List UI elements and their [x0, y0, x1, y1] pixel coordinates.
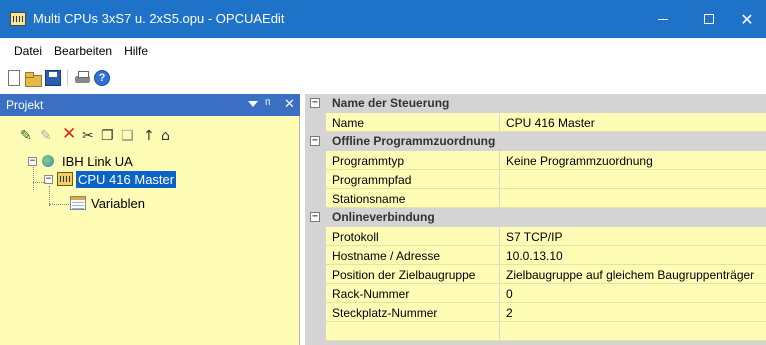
- menu-datei[interactable]: Datei: [8, 44, 48, 58]
- collapse-toggle[interactable]: −: [310, 98, 320, 108]
- home-icon[interactable]: ⌂: [161, 128, 170, 144]
- help-icon[interactable]: ?: [94, 70, 110, 86]
- close-button[interactable]: ✕: [724, 0, 766, 38]
- new-node-icon[interactable]: ✎: [20, 128, 32, 144]
- property-name: Stationsname: [326, 189, 500, 208]
- row-gutter: [305, 322, 326, 341]
- move-up-icon[interactable]: ↑: [143, 128, 155, 144]
- paste-icon[interactable]: ❏: [121, 128, 134, 144]
- collapse-toggle[interactable]: −: [44, 174, 53, 184]
- property-row-protokoll[interactable]: Protokoll S7 TCP/IP: [305, 227, 766, 246]
- tree-item-label: IBH Link UA: [62, 153, 133, 169]
- row-gutter: [305, 265, 326, 284]
- property-name: Hostname / Adresse: [326, 246, 500, 265]
- property-row-steckplatz-nummer[interactable]: Steckplatz-Nummer 2: [305, 303, 766, 322]
- property-name: Programmtyp: [326, 151, 500, 170]
- main-toolbar: ?: [0, 64, 766, 92]
- property-value[interactable]: 2: [500, 303, 766, 322]
- app-icon: [10, 12, 26, 26]
- property-row-hostname[interactable]: Hostname / Adresse 10.0.13.10: [305, 246, 766, 265]
- row-gutter: [305, 170, 326, 189]
- collapse-toggle[interactable]: −: [28, 156, 37, 166]
- new-file-icon[interactable]: [8, 70, 20, 86]
- category-label: Offline Programmzuordnung: [332, 134, 496, 148]
- window-title: Multi CPUs 3xS7 u. 2xS5.opu - OPCUAEdit: [33, 11, 285, 26]
- property-value[interactable]: S7 TCP/IP: [500, 227, 766, 246]
- property-grid: − Name der Steuerung Name CPU 416 Master…: [305, 94, 766, 345]
- tree-connector: [33, 182, 44, 183]
- row-gutter: [305, 189, 326, 208]
- pin-icon[interactable]: ᴨ: [265, 97, 270, 108]
- menu-hilfe[interactable]: Hilfe: [118, 44, 154, 58]
- tree-item-variablen[interactable]: Variablen: [66, 194, 147, 212]
- grid-bottom-border: [305, 341, 766, 345]
- property-name: Name: [326, 113, 500, 132]
- tree-item-label: CPU 416 Master: [76, 170, 177, 188]
- project-panel-header: Projekt ᴨ ✕: [0, 94, 300, 116]
- toolbar-separator: [67, 70, 68, 86]
- minimize-icon: [658, 18, 668, 20]
- title-bar[interactable]: Multi CPUs 3xS7 u. 2xS5.opu - OPCUAEdit …: [0, 0, 766, 38]
- row-gutter: [305, 113, 326, 132]
- tree-connector: [49, 186, 50, 206]
- tree-item-cpu-416-master[interactable]: − CPU 416 Master: [44, 170, 177, 188]
- table-icon: [70, 196, 86, 210]
- menu-bar: Datei Bearbeiten Hilfe: [0, 38, 766, 64]
- cpu-icon: [57, 172, 73, 186]
- menu-bearbeiten[interactable]: Bearbeiten: [48, 44, 118, 58]
- cut-icon[interactable]: ✂: [82, 128, 94, 144]
- category-offline-programmzuordnung[interactable]: − Offline Programmzuordnung: [305, 132, 766, 151]
- property-value[interactable]: Keine Programmzuordnung: [500, 151, 766, 170]
- property-value[interactable]: [500, 189, 766, 208]
- project-toolbar: ✎ ✎ ✕ ✂ ❐ ❏ ↑ ⌂: [0, 116, 300, 150]
- property-value[interactable]: CPU 416 Master: [500, 113, 766, 132]
- collapse-toggle[interactable]: −: [310, 212, 320, 222]
- open-folder-icon[interactable]: [25, 70, 42, 87]
- property-row-position-zielbaugruppe[interactable]: Position der Zielbaugruppe Zielbaugruppe…: [305, 265, 766, 284]
- property-value[interactable]: Zielbaugruppe auf gleichem Baugruppenträ…: [500, 265, 766, 284]
- panel-dropdown-icon[interactable]: [248, 101, 258, 107]
- delete-icon[interactable]: ✕: [62, 126, 76, 143]
- property-name: Programmpfad: [326, 170, 500, 189]
- row-gutter: [305, 227, 326, 246]
- row-gutter: [305, 303, 326, 322]
- close-icon: ✕: [740, 9, 754, 29]
- category-label: Onlineverbindung: [332, 210, 435, 224]
- property-name: Protokoll: [326, 227, 500, 246]
- project-panel-title: Projekt: [6, 98, 44, 112]
- minimize-button[interactable]: [640, 0, 686, 38]
- property-row-name[interactable]: Name CPU 416 Master: [305, 113, 766, 132]
- category-name-der-steuerung[interactable]: − Name der Steuerung: [305, 94, 766, 113]
- property-value-empty: [500, 322, 766, 341]
- tree-item-label: Variablen: [91, 195, 145, 211]
- network-globe-icon: [41, 154, 57, 168]
- property-row-stationsname[interactable]: Stationsname: [305, 189, 766, 208]
- property-row-empty: [305, 322, 766, 341]
- property-name-empty: [326, 322, 500, 341]
- print-icon[interactable]: [75, 70, 91, 86]
- copy-icon[interactable]: ❐: [101, 128, 114, 144]
- property-row-rack-nummer[interactable]: Rack-Nummer 0: [305, 284, 766, 303]
- row-gutter: [305, 151, 326, 170]
- edit-icon[interactable]: ✎: [40, 128, 52, 144]
- property-name: Position der Zielbaugruppe: [326, 265, 500, 284]
- property-name: Steckplatz-Nummer: [326, 303, 500, 322]
- maximize-icon: [704, 14, 714, 24]
- property-row-programmpfad[interactable]: Programmpfad: [305, 170, 766, 189]
- property-value[interactable]: 10.0.13.10: [500, 246, 766, 265]
- project-panel: Projekt ᴨ ✕ ✎ ✎ ✕ ✂ ❐ ❏ ↑ ⌂ − IBH Link U…: [0, 94, 300, 345]
- property-value[interactable]: 0: [500, 284, 766, 303]
- row-gutter: [305, 246, 326, 265]
- category-onlineverbindung[interactable]: − Onlineverbindung: [305, 208, 766, 227]
- property-row-programmtyp[interactable]: Programmtyp Keine Programmzuordnung: [305, 151, 766, 170]
- save-icon[interactable]: [45, 70, 61, 86]
- tree-item-ibh-link-ua[interactable]: − IBH Link UA: [28, 152, 135, 170]
- property-name: Rack-Nummer: [326, 284, 500, 303]
- panel-close-icon[interactable]: ✕: [284, 97, 295, 112]
- category-label: Name der Steuerung: [332, 96, 450, 110]
- row-gutter: [305, 284, 326, 303]
- property-value[interactable]: [500, 170, 766, 189]
- collapse-toggle[interactable]: −: [310, 136, 320, 146]
